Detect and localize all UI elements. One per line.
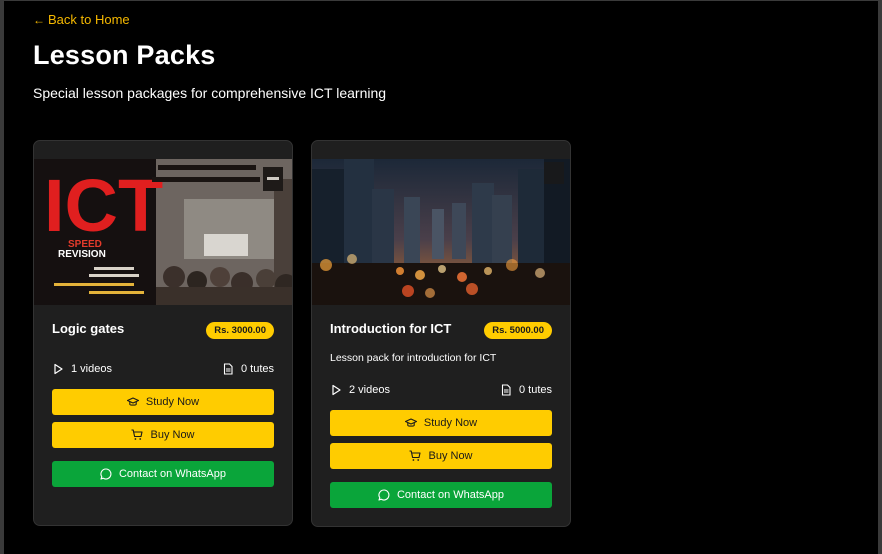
- cart-icon: [409, 450, 422, 462]
- card-meta: 2 videos 0 tutes: [330, 384, 552, 396]
- page-subtitle: Special lesson packages for comprehensiv…: [33, 85, 387, 101]
- play-icon: [52, 363, 64, 375]
- video-count: 1 videos: [52, 363, 112, 375]
- price-badge: Rs. 5000.00: [484, 322, 552, 339]
- card-description: Lesson pack for introduction for ICT: [330, 352, 497, 364]
- buy-now-button[interactable]: Buy Now: [330, 443, 552, 469]
- video-count: 2 videos: [330, 384, 390, 396]
- thumbnail-image: ICT SPEED REVISION: [34, 159, 292, 305]
- arrow-left-icon: ←: [33, 12, 45, 27]
- tute-count: 0 tutes: [500, 384, 552, 396]
- document-icon: [500, 384, 512, 396]
- chat-bubble-icon: [100, 468, 112, 480]
- play-icon: [330, 384, 342, 396]
- graduation-cap-icon: [126, 396, 139, 408]
- contact-whatsapp-button[interactable]: Contact on WhatsApp: [330, 482, 552, 508]
- card-title: Logic gates: [52, 321, 125, 336]
- svg-text:REVISION: REVISION: [58, 249, 106, 260]
- chat-bubble-icon: [378, 489, 390, 501]
- study-now-button[interactable]: Study Now: [52, 389, 274, 415]
- buy-now-button[interactable]: Buy Now: [52, 422, 274, 448]
- tute-count: 0 tutes: [222, 363, 274, 375]
- card-title: Introduction for ICT: [330, 321, 452, 336]
- card-meta: 1 videos 0 tutes: [52, 363, 274, 375]
- lesson-pack-card: Introduction for ICT Rs. 5000.00 Lesson …: [311, 140, 571, 527]
- thumbnail-image: [312, 159, 570, 305]
- price-badge: Rs. 3000.00: [206, 322, 274, 339]
- graduation-cap-icon: [404, 417, 417, 429]
- page-title: Lesson Packs: [33, 40, 216, 70]
- lesson-pack-card: ICT SPEED REVISION Logic gates Rs. 3000.…: [33, 140, 293, 526]
- document-icon: [222, 363, 234, 375]
- contact-whatsapp-button[interactable]: Contact on WhatsApp: [52, 461, 274, 487]
- cart-icon: [131, 429, 144, 441]
- svg-text:ICT: ICT: [44, 164, 163, 247]
- back-to-home-link[interactable]: ← Back to Home: [33, 12, 130, 27]
- study-now-button[interactable]: Study Now: [330, 410, 552, 436]
- back-label: Back to Home: [48, 12, 130, 27]
